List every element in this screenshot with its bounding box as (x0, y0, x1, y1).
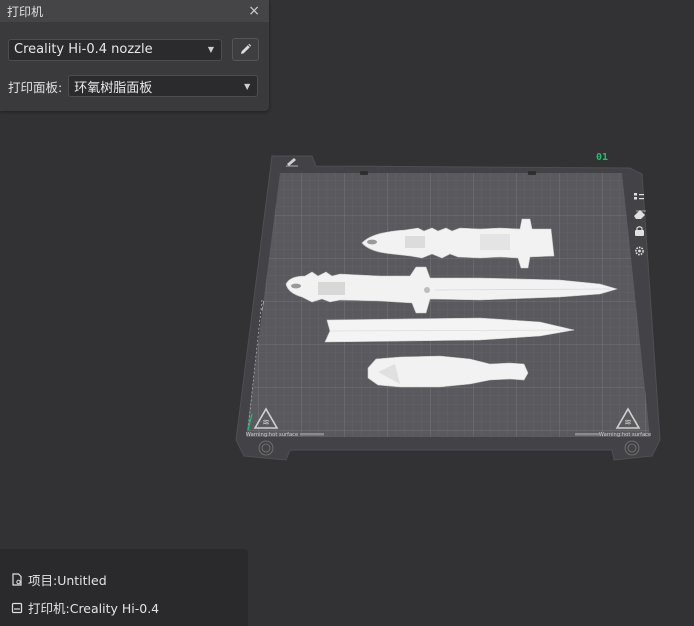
app-root: 打印机 × Creality Hi-0.4 nozzle ▼ 打印面板: 环氧树… (0, 0, 694, 626)
chevron-down-icon: ▼ (244, 81, 251, 91)
warning-text-right: Warning:hot surface (599, 432, 651, 438)
project-row[interactable]: 项目:Untitled (11, 570, 107, 589)
warning-text-left: Warning:hot surface (246, 432, 298, 438)
close-icon[interactable]: × (248, 4, 260, 18)
plate-label: 打印面板: (8, 79, 63, 95)
printer-panel: 打印机 × Creality Hi-0.4 nozzle ▼ 打印面板: 环氧树… (0, 0, 269, 111)
plate-row: 打印面板: 环氧树脂面板 ▼ (8, 75, 259, 97)
printer-select-value: Creality Hi-0.4 nozzle (14, 42, 153, 57)
chevron-down-icon: ▼ (207, 45, 214, 54)
printer-name: 打印机:Creality Hi-0.4 (28, 601, 160, 616)
printer-icon (11, 602, 23, 614)
build-plate-viewport[interactable]: ~~ ≋ Warning:hot surface ≋ Warning:hot s… (231, 150, 661, 470)
project-name: 项目:Untitled (28, 573, 107, 588)
printer-panel-header: 打印机 × (0, 0, 269, 22)
printer-row: Creality Hi-0.4 nozzle ▼ (8, 38, 259, 61)
printer-select[interactable]: Creality Hi-0.4 nozzle ▼ (8, 38, 222, 61)
pencil-icon (241, 43, 252, 54)
file-icon (11, 573, 23, 586)
svg-text:≋: ≋ (624, 418, 632, 428)
svg-text:≋: ≋ (262, 418, 270, 428)
printer-info-row[interactable]: 打印机:Creality Hi-0.4 (11, 598, 159, 617)
printer-panel-title: 打印机 (7, 4, 44, 19)
plate-select-value: 环氧树脂面板 (74, 80, 153, 96)
edit-printer-button[interactable] (232, 38, 259, 61)
project-info-panel: 项目:Untitled 打印机:Creality Hi-0.4 (0, 549, 248, 626)
plate-select[interactable]: 环氧树脂面板 ▼ (68, 75, 259, 97)
